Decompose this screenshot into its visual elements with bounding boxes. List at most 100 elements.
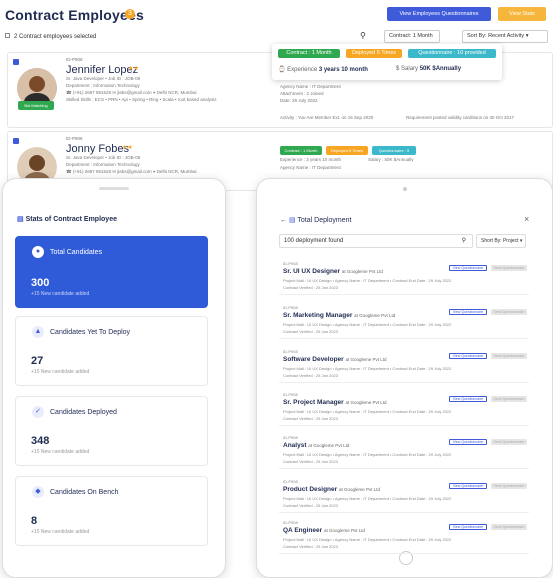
deployment-row[interactable]: ID-P908 Sr. Marketing Manager at Googleme… (279, 305, 529, 339)
deployment-row[interactable]: ID-P908 Sr. UI UX Designer at Googleme Pv… (279, 261, 529, 295)
activity: Activity : You Are Member Ext. on 16 Sep… (280, 115, 374, 120)
stat-yet-to-deploy[interactable]: ▲ Candidates Yet To Deploy 27 +15 New ca… (15, 316, 208, 386)
sort-dropdown[interactable]: Sort By: Recent Activity ▾ (462, 30, 548, 43)
job-title[interactable]: Product Designer at Googleme Pvt Ltd (283, 486, 380, 493)
date: Date: 29 July 2022 (280, 98, 318, 103)
project-id: ID-P908 (283, 392, 298, 397)
candidate-name[interactable]: Jonny Fobes (66, 143, 129, 155)
contact-line: ☎ (+91) 2687 891528 ✉ jlabs@gmail.com ⌖ … (66, 169, 197, 174)
view-questionnaire-button[interactable]: View Questionnaire (449, 353, 487, 359)
deploy-sort-dropdown[interactable]: Short By: Project ▾ (476, 234, 526, 248)
view-questionnaire-button[interactable]: View Questionnaire (449, 309, 487, 315)
card-checkbox[interactable] (13, 138, 19, 144)
deployment-row[interactable]: ID-P908 Product Designer at Googleme Pvt … (279, 479, 529, 513)
candidates-icon: ● (32, 246, 44, 258)
view-questionnaire-button[interactable]: View Questionnaire (449, 265, 487, 271)
send-questionnaire-button[interactable]: Send Questionnaire (491, 309, 527, 315)
stat-more: +15 New candidate added (31, 291, 90, 297)
send-questionnaire-button[interactable]: Send Questionnaire (491, 265, 527, 271)
project-id: ID-P908 (283, 479, 298, 484)
deployment-row[interactable]: ID-P908 QA Engineer at Googleme Pvt Ltd Pr… (279, 520, 529, 554)
deployment-row[interactable]: ID-P908 Software Developer at Googleme Pv… (279, 349, 529, 383)
deployment-row[interactable]: ID-P908 Analyst at Googleme Pvt Ltd Projec… (279, 435, 529, 469)
experience: Experience : 3 years 10 month (280, 157, 342, 162)
job-title[interactable]: Sr. UI UX Designer at Googleme Pvt Ltd (283, 268, 383, 275)
view-questionnaire-button[interactable]: View Questionnaire (449, 439, 487, 445)
role: Sr. Java Developer (66, 155, 105, 160)
questionnaire-pill: Questionnaire : 10 provided (408, 49, 496, 58)
job-title[interactable]: Software Developer at Googleme Pvt Ltd (283, 356, 387, 363)
email[interactable]: jlabs@gmail.com (117, 169, 151, 174)
stats-title-text: Stats of Contract Employee (25, 216, 117, 223)
bot-matching-tag: Bot Matching (18, 101, 54, 110)
stat-label: Candidates Yet To Deploy (50, 329, 131, 336)
selection-summary: 2 Contract employees selected (5, 33, 96, 40)
location: Delhi NCR, Mumbai (156, 90, 197, 95)
select-all-checkbox[interactable] (5, 33, 10, 38)
contract-pill: Contract : 1 Month (280, 146, 322, 155)
sort-label: Sort By: Recent Activity (467, 33, 525, 39)
project-id: ID-P908 (283, 520, 298, 525)
send-questionnaire-button[interactable]: Send Questionnaire (491, 353, 527, 359)
back-arrow-icon[interactable]: ← (280, 217, 287, 224)
job-title[interactable]: Analyst at Googleme Pvt Ltd (283, 442, 349, 449)
stat-deployed[interactable]: ✓ Candidates Deployed 348 +15 New candid… (15, 396, 208, 466)
company: at Googleme Pvt Ltd (308, 443, 350, 448)
row-date: Contract Verified : 25 Jan 2023 (283, 544, 338, 549)
contract-filter-dropdown[interactable]: Contract: 1 Month ▾ (384, 30, 440, 50)
send-questionnaire-button[interactable]: Send Questionnaire (491, 439, 527, 445)
row-date: Contract Verified : 25 Jan 2023 (283, 329, 338, 334)
deploy-icon: ▲ (32, 326, 44, 338)
job-title-text: Sr. Project Manager (283, 399, 344, 406)
deployment-row[interactable]: ID-P908 Sr. Project Manager at Googleme P… (279, 392, 529, 426)
job-title[interactable]: Sr. Project Manager at Googleme Pvt Ltd (283, 399, 387, 406)
send-questionnaire-button[interactable]: Send Questionnaire (491, 524, 527, 530)
job-title-text: Software Developer (283, 356, 344, 363)
deploy-search[interactable]: 100 deployment found ⚲ (279, 234, 473, 248)
stat-label: Total Candidates (50, 249, 103, 256)
job-title[interactable]: QA Engineer at Googleme Pvt Ltd (283, 527, 365, 534)
exp-label: Experience (287, 67, 318, 73)
stat-on-bench[interactable]: ◆ Candidates On Bench 8 +15 New candidat… (15, 476, 208, 546)
candidate-popup: Contract : 1 Month Deployed 5 Times Ques… (272, 44, 502, 80)
company: at Googleme Pvt Ltd (341, 269, 383, 274)
view-questionnaire-button[interactable]: View Questionnaire (449, 396, 487, 402)
company: at Googleme Pvt Ltd (354, 313, 396, 318)
card-checkbox[interactable] (13, 59, 19, 65)
skills: Skilled Skills : ECS • PRN • Api • Sprin… (66, 97, 217, 102)
agency-name: Agency Name : IT Department (280, 84, 341, 89)
project-id: ID-P908 (283, 305, 298, 310)
phone-speaker (99, 187, 129, 190)
row-date: Contract Verified : 25 Jan 2023 (283, 373, 338, 378)
send-questionnaire-button[interactable]: Send Questionnaire (491, 396, 527, 402)
stat-more: +15 New candidate added (31, 369, 90, 375)
stat-more: +15 New candidate added (31, 449, 90, 455)
view-questionnaire-button[interactable]: View Questionnaire (449, 524, 487, 530)
search-icon[interactable]: ⚲ (360, 31, 366, 40)
view-questionnaires-button[interactable]: View Employees Questionnaires (387, 7, 491, 21)
role: Sr. Java Developer (66, 76, 105, 81)
agency-name: Agency Name : IT Department (280, 165, 341, 170)
close-icon[interactable]: × (524, 214, 529, 224)
row-meta: Project Mail : UI UX Design • Agency Nam… (283, 409, 452, 414)
job-title[interactable]: Sr. Marketing Manager at Googleme Pvt Lt… (283, 312, 395, 319)
job-title-text: Analyst (283, 442, 307, 449)
deployed-pill: Deployed 5 Times (346, 49, 402, 58)
stat-number: 8 (31, 515, 38, 527)
search-icon[interactable]: ⚲ (462, 235, 466, 247)
department: Department : Information Technology (66, 162, 140, 167)
tablet-camera (403, 187, 407, 191)
stat-label: Candidates On Bench (50, 489, 119, 496)
deploy-count: 100 deployment found (284, 238, 344, 244)
row-date: Contract Verified : 25 Jan 2023 (283, 503, 338, 508)
view-questionnaire-button[interactable]: View Questionnaire (449, 483, 487, 489)
exp-value: 3 years 10 month (318, 67, 368, 73)
stat-number: 300 (31, 277, 50, 289)
view-stats-button[interactable]: View Stats (498, 7, 546, 21)
send-questionnaire-button[interactable]: Send Questionnaire (491, 483, 527, 489)
row-date: Contract Verified : 25 Jan 2023 (283, 459, 338, 464)
stat-total-candidates[interactable]: ● Total Candidates 300 +15 New candidate… (15, 236, 208, 308)
phone: (+91) 2687 891528 (72, 90, 112, 95)
email[interactable]: jlabs@gmail.com (117, 90, 151, 95)
contract-pill: Contract : 1 Month (278, 49, 340, 58)
